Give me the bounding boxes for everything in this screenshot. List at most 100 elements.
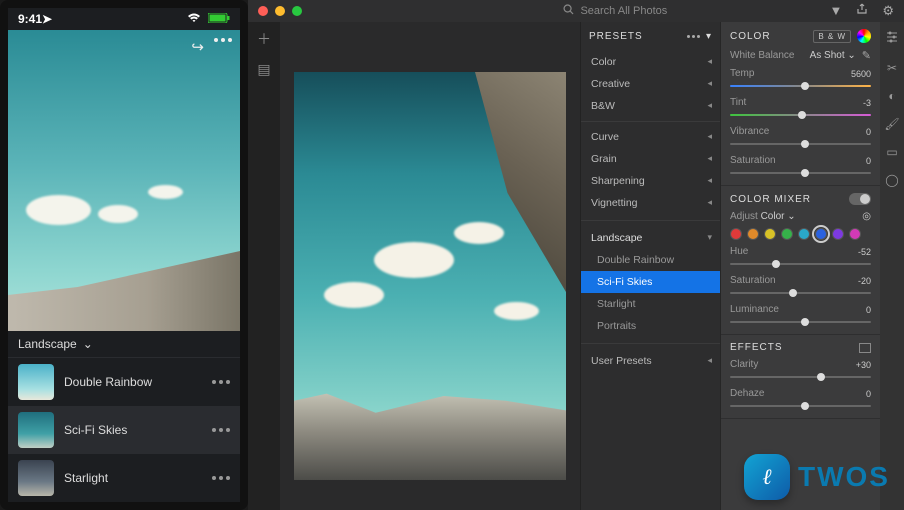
swatch-6[interactable] — [832, 228, 844, 240]
dehaze-slider[interactable] — [730, 401, 871, 411]
mixer-toggle[interactable] — [849, 193, 871, 205]
share-loop-icon[interactable]: ↪ — [191, 38, 204, 56]
temp-value: 5600 — [851, 69, 871, 79]
eyedropper-icon[interactable]: ✎ — [862, 49, 871, 62]
canvas-area[interactable] — [280, 22, 580, 510]
category-landscape[interactable]: Landscape▾ — [581, 227, 720, 249]
wb-dropdown[interactable]: As Shot ⌄ — [810, 50, 856, 61]
saturation-slider[interactable] — [730, 168, 871, 178]
category-creative[interactable]: Creative◂ — [581, 73, 720, 95]
watermark: ℓ TWOS — [736, 450, 898, 504]
bw-toggle[interactable]: B & W — [813, 30, 851, 43]
swatch-1[interactable] — [747, 228, 759, 240]
desktop-window: Search All Photos ▼ ⚙ ＋ ▤ — [248, 0, 904, 510]
wifi-icon — [187, 12, 204, 26]
adjust-icon[interactable] — [885, 30, 899, 47]
preset-item-starlight[interactable]: Starlight — [8, 454, 240, 502]
more-icon[interactable] — [687, 35, 700, 38]
mixer-title: COLOR MIXER — [730, 194, 811, 205]
gear-icon[interactable]: ⚙ — [882, 3, 894, 19]
mixer-sat-slider[interactable] — [730, 288, 871, 298]
category-sharpening[interactable]: Sharpening◂ — [581, 170, 720, 192]
chevron-left-icon: ◂ — [707, 355, 712, 367]
close-button[interactable] — [258, 6, 268, 16]
category-color[interactable]: Color◂ — [581, 51, 720, 73]
share-icon[interactable] — [856, 3, 868, 19]
category-grain[interactable]: Grain◂ — [581, 148, 720, 170]
album-icon[interactable]: ▤ — [255, 60, 273, 78]
preset-item-scifi-skies[interactable]: Sci-Fi Skies — [8, 406, 240, 454]
tint-value: -3 — [863, 98, 871, 108]
swatch-2[interactable] — [764, 228, 776, 240]
swatch-3[interactable] — [781, 228, 793, 240]
preset-scifi-skies[interactable]: Sci-Fi Skies — [581, 271, 720, 293]
radial-icon[interactable]: ◯ — [885, 173, 898, 187]
swatch-5[interactable] — [815, 228, 827, 240]
preset-group-label: Landscape — [18, 337, 77, 351]
mixer-sat-label: Saturation — [730, 275, 776, 286]
swatch-7[interactable] — [849, 228, 861, 240]
presets-title: PRESETS — [589, 31, 643, 42]
hue-label: Hue — [730, 246, 748, 257]
category-vignetting[interactable]: Vignetting◂ — [581, 192, 720, 214]
dehaze-label: Dehaze — [730, 388, 764, 399]
chevron-left-icon: ◂ — [707, 175, 712, 187]
location-icon: ➤ — [42, 12, 52, 26]
wb-label: White Balance — [730, 50, 794, 61]
status-time: 9:41 — [18, 12, 42, 26]
vibrance-slider[interactable] — [730, 139, 871, 149]
clarity-value: +30 — [856, 360, 871, 370]
preset-starlight[interactable]: Starlight — [581, 293, 720, 315]
swatch-4[interactable] — [798, 228, 810, 240]
preset-item-double-rainbow[interactable]: Double Rainbow — [8, 358, 240, 406]
left-tool-strip: ＋ ▤ — [248, 22, 280, 510]
adjust-label: Adjust — [730, 211, 758, 222]
photo-preview[interactable]: ↪ — [8, 30, 240, 331]
more-icon[interactable] — [212, 380, 230, 384]
more-icon[interactable] — [212, 428, 230, 432]
color-swatches — [730, 228, 871, 240]
temp-label: Temp — [730, 68, 754, 79]
brush-icon[interactable]: 🖌 — [884, 117, 899, 131]
chevron-left-icon: ◂ — [707, 56, 712, 68]
lum-slider[interactable] — [730, 317, 871, 327]
swatch-0[interactable] — [730, 228, 742, 240]
add-button[interactable]: ＋ — [255, 30, 273, 48]
more-icon[interactable] — [214, 38, 232, 56]
more-icon[interactable] — [212, 476, 230, 480]
chevron-down-icon: ⌄ — [83, 337, 93, 351]
effects-section: EFFECTS Clarity+30 Dehaze0 — [721, 335, 880, 419]
preset-thumb — [18, 364, 54, 400]
mixer-sat-value: -20 — [858, 276, 871, 286]
search-input[interactable]: Search All Photos — [563, 4, 667, 18]
effects-icon[interactable] — [859, 343, 871, 353]
gradient-icon[interactable]: ▭ — [886, 145, 897, 159]
minimize-button[interactable] — [275, 6, 285, 16]
target-icon[interactable]: ◎ — [862, 211, 871, 222]
watermark-text: TWOS — [798, 461, 890, 493]
category-bw[interactable]: B&W◂ — [581, 95, 720, 117]
saturation-value: 0 — [866, 156, 871, 166]
preset-portraits[interactable]: Portraits — [581, 315, 720, 337]
preset-double-rainbow[interactable]: Double Rainbow — [581, 249, 720, 271]
preset-label: Starlight — [64, 471, 108, 485]
clarity-slider[interactable] — [730, 372, 871, 382]
tint-slider[interactable] — [730, 110, 871, 120]
chevron-left-icon: ◂ — [707, 197, 712, 209]
adjust-dropdown[interactable]: Color ⌄ — [761, 211, 796, 222]
crop-icon[interactable]: ✂ — [887, 61, 897, 75]
chevron-down-icon[interactable]: ▾ — [706, 31, 712, 42]
color-wheel-icon[interactable] — [857, 29, 871, 43]
category-user-presets[interactable]: User Presets◂ — [581, 350, 720, 372]
hue-slider[interactable] — [730, 259, 871, 269]
color-title: COLOR — [730, 31, 771, 42]
chevron-down-icon: ⌄ — [847, 50, 855, 61]
presets-panel: PRESETS ▾ Color◂ Creative◂ B&W◂ Curve◂ G… — [580, 22, 720, 510]
color-section: COLOR B & W White Balance As Shot ⌄ ✎ — [721, 22, 880, 186]
heal-icon[interactable]: ◐ — [888, 89, 895, 103]
preset-group-row[interactable]: Landscape ⌄ — [8, 331, 240, 358]
filter-icon[interactable]: ▼ — [829, 3, 842, 19]
maximize-button[interactable] — [292, 6, 302, 16]
category-curve[interactable]: Curve◂ — [581, 126, 720, 148]
temp-slider[interactable] — [730, 81, 871, 91]
